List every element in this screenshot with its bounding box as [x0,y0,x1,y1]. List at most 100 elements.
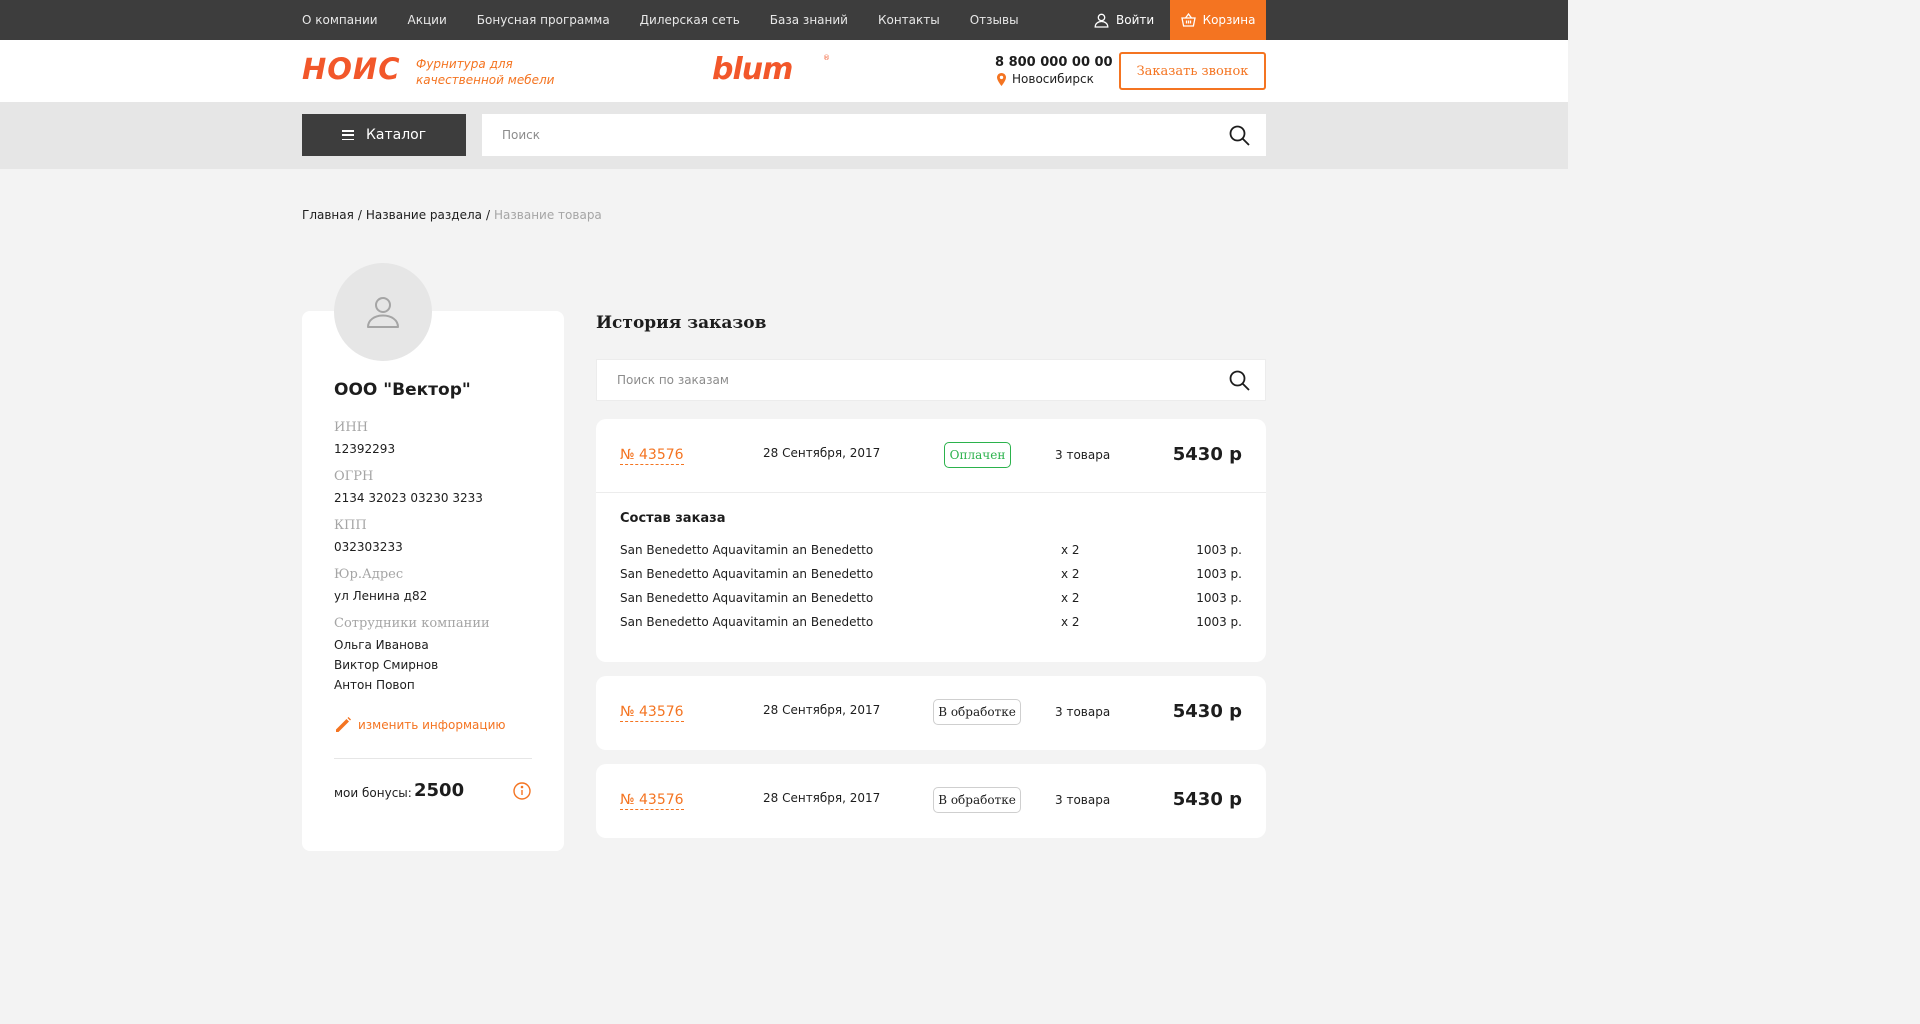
info-circle-icon[interactable] [513,782,531,800]
nav-item-contacts[interactable]: Контакты [878,13,940,27]
nav-item-dealer-network[interactable]: Дилерская сеть [640,13,740,27]
kpp-label: КПП [334,518,367,533]
request-callback-button[interactable]: Заказать звонок [1119,52,1266,90]
order-item-count: 3 товара [1055,705,1111,719]
order-number-link[interactable]: № 43576 [620,704,684,722]
order-number-link[interactable]: № 43576 [620,792,684,810]
basket-icon [1180,13,1196,27]
status-badge: В обработке [933,787,1021,813]
bonus-label: мои бонусы: [334,786,412,800]
line-item-price: 1003 р. [1196,591,1242,605]
order-search-input[interactable] [617,360,1297,400]
status-badge: Оплачен [944,442,1011,468]
ogrn-value: 2134 32023 03230 3233 [334,491,483,505]
top-nav: О компании Акции Бонусная программа Диле… [302,0,1049,40]
edit-info-link[interactable]: изменить информацию [334,716,505,734]
employee-item: Ольга Иванова [334,638,429,652]
catalog-label: Каталог [365,127,427,143]
bonus-value: 2500 [414,780,465,801]
breadcrumb-section[interactable]: Название раздела [366,208,482,222]
line-item-qty: x 2 [1061,567,1080,581]
company-name: ООО "Вектор" [334,380,471,400]
inn-value: 12392293 [334,442,396,456]
site-tagline: Фурнитура для качественной мебели [416,57,555,87]
line-item-name: San Benedetto Aquavitamin an Benedetto [620,543,874,557]
employee-item: Виктор Смирнов [334,658,439,672]
ogrn-label: ОГРН [334,469,374,484]
order-total: 5430 р [1172,789,1242,810]
top-bar: О компании Акции Бонусная программа Диле… [0,0,1568,40]
login-link[interactable]: Войти [1094,0,1154,40]
site-header: НОИС Фурнитура для качественной мебели b… [0,40,1568,102]
kpp-value: 032303233 [334,540,403,554]
search-icon[interactable] [1229,370,1250,391]
avatar [334,263,432,361]
order-item-count: 3 товара [1055,448,1111,462]
registered-mark: ® [823,54,830,62]
cart-button[interactable]: Корзина [1170,0,1266,40]
search-input[interactable] [502,114,1182,156]
order-composition-title: Состав заказа [620,511,726,526]
line-item-price: 1003 р. [1196,543,1242,557]
line-item-price: 1003 р. [1196,615,1242,629]
city-label: Новосибирск [1012,72,1094,86]
nav-item-knowledge-base[interactable]: База знаний [770,13,848,27]
nav-item-reviews[interactable]: Отзывы [970,13,1019,27]
status-badge: В обработке [933,699,1021,725]
cart-label: Корзина [1202,13,1256,27]
line-item-name: San Benedetto Aquavitamin an Benedetto [620,615,874,629]
breadcrumb-current: Название товара [494,208,602,222]
line-item-qty: x 2 [1061,591,1080,605]
line-item-name: San Benedetto Aquavitamin an Benedetto [620,591,874,605]
employees-label: Сотрудники компании [334,616,490,631]
order-card[interactable]: № 43576 28 Сентября, 2017 Оплачен 3 това… [596,419,1266,662]
catalog-button[interactable]: Каталог [302,114,466,156]
order-line-item: San Benedetto Aquavitamin an Benedetto x… [620,543,1242,559]
order-card[interactable]: № 43576 28 Сентября, 2017 В обработке 3 … [596,676,1266,750]
order-line-item: San Benedetto Aquavitamin an Benedetto x… [620,567,1242,583]
line-item-price: 1003 р. [1196,567,1242,581]
legal-address-value: ул Ленина д82 [334,589,428,603]
order-date: 28 Сентября, 2017 [763,703,881,717]
search-icon[interactable] [1229,125,1250,146]
order-total: 5430 р [1172,444,1242,465]
catalog-search-band: Каталог [0,102,1568,169]
map-pin-icon [997,72,1006,86]
line-item-qty: x 2 [1061,615,1080,629]
employee-item: Антон Повоп [334,678,415,692]
inn-label: ИНН [334,420,369,435]
order-date: 28 Сентября, 2017 [763,791,881,805]
breadcrumb-home[interactable]: Главная [302,208,354,222]
user-icon [1094,13,1109,28]
nav-item-about[interactable]: О компании [302,13,378,27]
order-total: 5430 р [1172,701,1242,722]
profile-divider [334,758,532,759]
breadcrumb: Главная / Название раздела / Название товара [302,208,602,222]
order-search [596,359,1297,401]
breadcrumb-separator: / [485,208,491,222]
city-selector[interactable]: Новосибирск [997,72,1094,86]
user-avatar-icon [367,297,399,328]
line-item-name: San Benedetto Aquavitamin an Benedetto [620,567,874,581]
burger-menu-icon [341,130,354,140]
order-item-count: 3 товара [1055,793,1111,807]
order-line-item: San Benedetto Aquavitamin an Benedetto x… [620,615,1242,631]
orders-title: История заказов [596,313,767,333]
phone-number[interactable]: 8 800 000 00 00 [995,55,1113,70]
order-date: 28 Сентября, 2017 [763,446,881,460]
nav-item-promotions[interactable]: Акции [408,13,447,27]
order-divider [596,492,1266,493]
pencil-icon [336,717,351,732]
site-logo[interactable]: НОИС [302,52,400,86]
edit-info-label: изменить информацию [358,718,506,732]
breadcrumb-separator: / [357,208,362,222]
brand-logo: blum [712,52,793,87]
order-line-item: San Benedetto Aquavitamin an Benedetto x… [620,591,1242,607]
order-number-link[interactable]: № 43576 [620,447,684,465]
site-search [482,114,1266,156]
line-item-qty: x 2 [1061,543,1080,557]
legal-address-label: Юр.Адрес [334,567,404,582]
order-card[interactable]: № 43576 28 Сентября, 2017 В обработке 3 … [596,764,1266,838]
login-label: Войти [1116,13,1155,27]
nav-item-bonus-program[interactable]: Бонусная программа [477,13,610,27]
